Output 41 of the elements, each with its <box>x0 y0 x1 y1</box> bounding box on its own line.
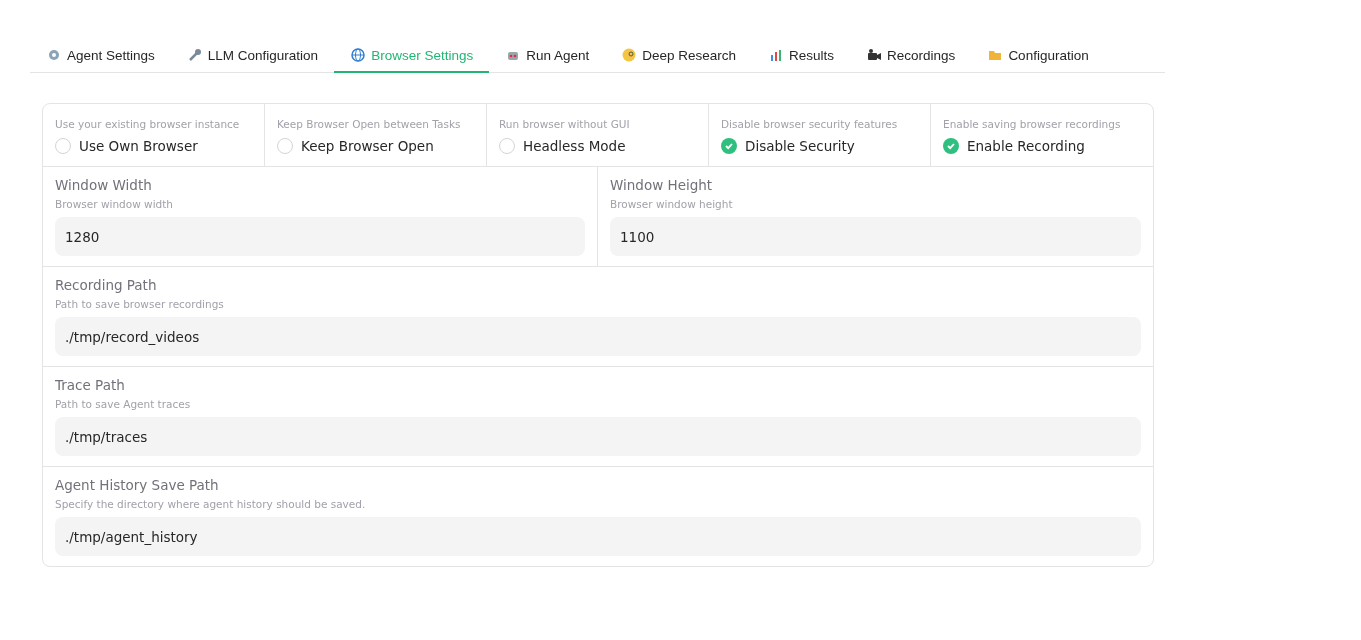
input-field[interactable]: ./tmp/agent_history <box>55 517 1141 556</box>
tab[interactable]: Agent Settings <box>30 40 171 73</box>
tab[interactable]: Run Agent <box>489 40 606 73</box>
checkbox-hint: Run browser without GUI <box>499 118 631 130</box>
field-hint: Path to save browser recordings <box>55 298 225 310</box>
field-hint: Path to save Agent traces <box>55 398 192 410</box>
camera-icon <box>866 47 883 63</box>
field-label: Trace Path <box>55 377 126 393</box>
globe-icon <box>350 47 367 63</box>
checkbox[interactable] <box>721 138 737 154</box>
checkbox-label[interactable]: Use Own Browser <box>79 138 198 154</box>
checkbox-hint: Use your existing browser instance <box>55 118 241 130</box>
field-label: Window Width <box>55 177 153 193</box>
tab[interactable]: Recordings <box>850 40 972 73</box>
checkbox[interactable] <box>55 138 71 154</box>
input-field[interactable]: ./tmp/record_videos <box>55 317 1141 356</box>
input-field[interactable]: 1280 <box>55 217 585 256</box>
checkbox[interactable] <box>499 138 515 154</box>
checkmark-icon <box>946 141 956 151</box>
tab[interactable]: LLM Configuration <box>170 40 335 73</box>
checkbox-label[interactable]: Disable Security <box>745 138 855 154</box>
tab[interactable]: Configuration <box>971 40 1105 73</box>
checkbox-label[interactable]: Enable Recording <box>967 138 1085 154</box>
checkbox-label[interactable]: Headless Mode <box>523 138 626 154</box>
field-hint: Specify the directory where agent history should be saved. <box>55 498 367 510</box>
checkbox-hint: Disable browser security features <box>721 118 899 130</box>
field-label: Window Height <box>610 177 714 193</box>
checkbox-label[interactable]: Keep Browser Open <box>301 138 434 154</box>
checkbox[interactable] <box>277 138 293 154</box>
input-field[interactable]: ./tmp/traces <box>55 417 1141 456</box>
field-label: Recording Path <box>55 277 158 293</box>
checkmark-icon <box>724 141 734 151</box>
checkbox[interactable] <box>943 138 959 154</box>
checkbox-hint: Keep Browser Open between Tasks <box>277 118 462 130</box>
checkbox-hint: Enable saving browser recordings <box>943 118 1122 130</box>
tab[interactable]: Results <box>752 40 851 73</box>
field-label: Agent History Save Path <box>55 477 220 493</box>
input-field[interactable]: 1100 <box>610 217 1141 256</box>
field-hint: Browser window width <box>55 198 174 210</box>
field-hint: Browser window height <box>610 198 734 210</box>
tab[interactable]: Deep Research <box>605 40 753 73</box>
